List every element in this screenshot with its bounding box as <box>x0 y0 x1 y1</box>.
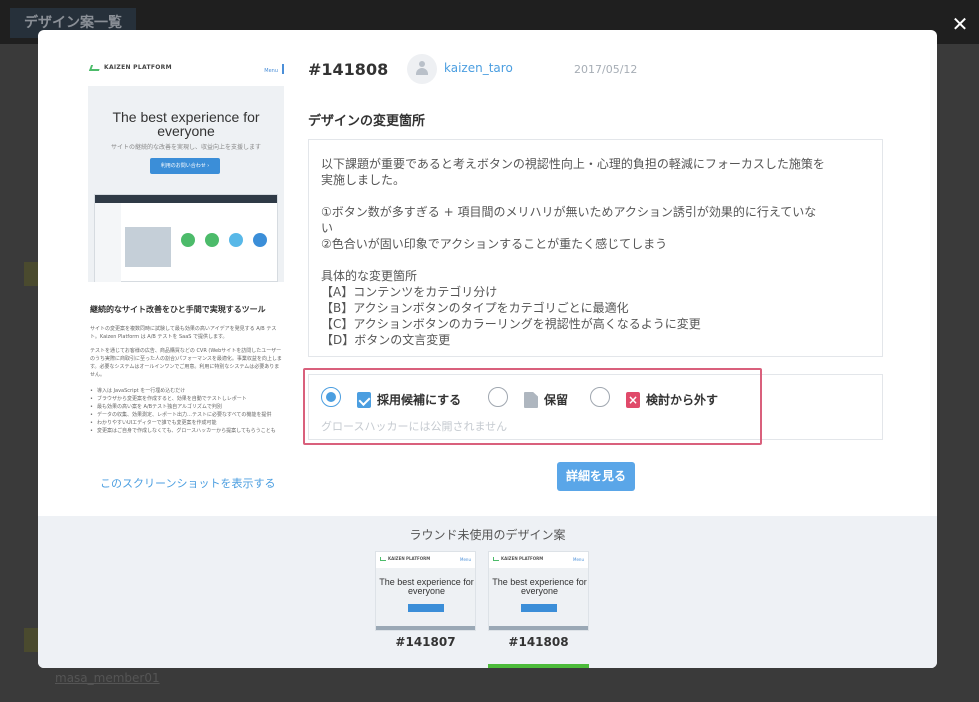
active-indicator <box>488 664 589 668</box>
design-preview: KAIZEN PLATFORM Menu The best experience… <box>88 58 284 488</box>
change-line: 【B】アクションボタンのタイプをカテゴリごとに最適化 <box>321 301 629 315</box>
preview-section-heading: 継続的なサイト改善をひと手間で実現するツール <box>90 305 266 314</box>
author-link[interactable]: kaizen_taro <box>444 61 513 75</box>
option-label: 検討から外す <box>646 392 719 407</box>
thumbnail-menu: Menu <box>460 557 471 562</box>
thumbnail-hero-title: The best experience for everyone <box>492 577 587 596</box>
change-line: 以下課題が重要であると考えボタンの視認性向上・心理的負担の軽減にフォーカスした施… <box>321 157 825 171</box>
thumbnail-logo: KAIZEN PLATFORM <box>380 556 430 561</box>
design-detail-modal: KAIZEN PLATFORM Menu The best experience… <box>38 30 937 668</box>
preview-dashboard-image <box>94 194 278 282</box>
list-item: データの収集、効果測定、レポート出力…テストに必要なすべての機能を提供 <box>90 411 282 419</box>
kaizen-logo-icon <box>88 64 102 71</box>
background-member-label: masa_member01 <box>55 671 160 685</box>
decision-note: グロースハッカーには公開されません <box>321 420 508 433</box>
change-line: 【A】コンテンツをカテゴリ分け <box>321 285 498 299</box>
thumbnail-menu: Menu <box>573 557 584 562</box>
adopt-radio[interactable] <box>321 387 341 407</box>
exclude-radio[interactable] <box>590 387 610 407</box>
preview-paragraph: サイトの変更案を複数同時に試験して最も効果の高いアイデアを発見する A/B テス… <box>90 326 277 340</box>
document-icon <box>524 392 538 408</box>
user-icon <box>416 61 428 77</box>
option-exclude[interactable]: × 検討から外す <box>590 385 718 409</box>
change-line: 【D】ボタンの文言変更 <box>321 333 451 347</box>
list-item: 導入は JavaScript を一行埋め込むだけ <box>90 387 282 395</box>
kaizen-logo-icon <box>493 557 499 561</box>
unused-designs-section: ラウンド未使用のデザイン案 KAIZEN PLATFORM Menu The b… <box>38 516 937 668</box>
preview-logo: KAIZEN PLATFORM <box>88 64 172 71</box>
design-id: #141808 <box>308 60 389 79</box>
change-line: 具体的な変更箇所 <box>321 269 418 283</box>
change-line <box>321 252 870 268</box>
list-item: 最も効果の高い案を A/Bテスト独自アルゴリズムで判別 <box>90 403 282 411</box>
list-item: わかりやすいUIエディターで誰でも変更案を作成可能 <box>90 419 282 427</box>
view-details-button[interactable]: 詳細を見る <box>557 462 635 491</box>
option-adopt[interactable]: 採用候補にする <box>321 385 461 409</box>
preview-hero-button: 利用のお問い合わせ › <box>150 158 220 174</box>
avatar <box>407 54 437 84</box>
preview-hero-subtitle: サイトの継続的な改善を実現し、収益向上を支援します <box>110 144 261 151</box>
thumbnail-image: KAIZEN PLATFORM Menu The best experience… <box>488 551 589 631</box>
change-line: 実施しました。 <box>321 173 406 187</box>
design-thumbnail[interactable]: KAIZEN PLATFORM Menu The best experience… <box>375 551 476 649</box>
background-thumbnail <box>24 628 38 652</box>
thumbnail-image: KAIZEN PLATFORM Menu The best experience… <box>375 551 476 631</box>
list-item: 変更案はご自身で作成しなくても、グロースハッカーから提案してもらうことも <box>90 427 282 435</box>
preview-body: 継続的なサイト改善をひと手間で実現するツール サイトの変更案を複数同時に試験して… <box>88 304 284 435</box>
design-date: 2017/05/12 <box>574 63 638 76</box>
change-line: ②色合いが固い印象でアクションすることが重たく感じてしまう <box>321 237 668 251</box>
preview-hero-title: The best experience for everyone <box>112 109 260 139</box>
option-hold[interactable]: 保留 <box>488 385 568 409</box>
unused-designs-title: ラウンド未使用のデザイン案 <box>409 528 566 542</box>
change-line: ①ボタン数が多すぎる + 項目間のメリハリが無いためアクション誘引が効果的に行え… <box>321 205 817 219</box>
show-screenshot-link[interactable]: このスクリーンショットを表示する <box>100 475 275 491</box>
change-line <box>321 188 870 204</box>
option-label: 採用候補にする <box>377 392 462 407</box>
hold-radio[interactable] <box>488 387 508 407</box>
preview-paragraph: テストを通じてお客様の広告、商品購買などの CVR (Webサイトを訪問したユー… <box>90 348 282 378</box>
change-description: 以下課題が重要であると考えボタンの視認性向上・心理的負担の軽減にフォーカスした施… <box>308 139 883 357</box>
option-label: 保留 <box>544 392 569 407</box>
preview-menu-label: Menu <box>264 68 278 74</box>
change-line: い <box>321 221 334 235</box>
list-item: ブラウザから変更案を作成すると、効果を自動でテストしレポート <box>90 395 282 403</box>
thumbnail-hero-title: The best experience for everyone <box>379 577 474 596</box>
thumbnail-logo: KAIZEN PLATFORM <box>493 556 543 561</box>
preview-header: KAIZEN PLATFORM Menu <box>88 58 284 86</box>
cross-icon: × <box>626 392 640 408</box>
thumbnail-id: #141807 <box>395 635 456 649</box>
preview-menu-bar <box>282 64 284 74</box>
checkbox-icon <box>357 392 371 408</box>
preview-hero: The best experience for everyone サイトの継続的… <box>88 86 284 282</box>
background-thumbnail <box>24 262 38 286</box>
design-thumbnail-active[interactable]: KAIZEN PLATFORM Menu The best experience… <box>488 551 589 668</box>
change-line: 【C】アクションボタンのカラーリングを視認性が高くなるように変更 <box>321 317 701 331</box>
thumbnail-id: #141808 <box>508 635 569 649</box>
kaizen-logo-icon <box>380 557 386 561</box>
preview-feature-list: 導入は JavaScript を一行埋め込むだけ ブラウザから変更案を作成すると… <box>90 387 282 435</box>
close-icon[interactable]: ✕ <box>950 12 970 36</box>
section-title: デザインの変更箇所 <box>308 114 426 129</box>
